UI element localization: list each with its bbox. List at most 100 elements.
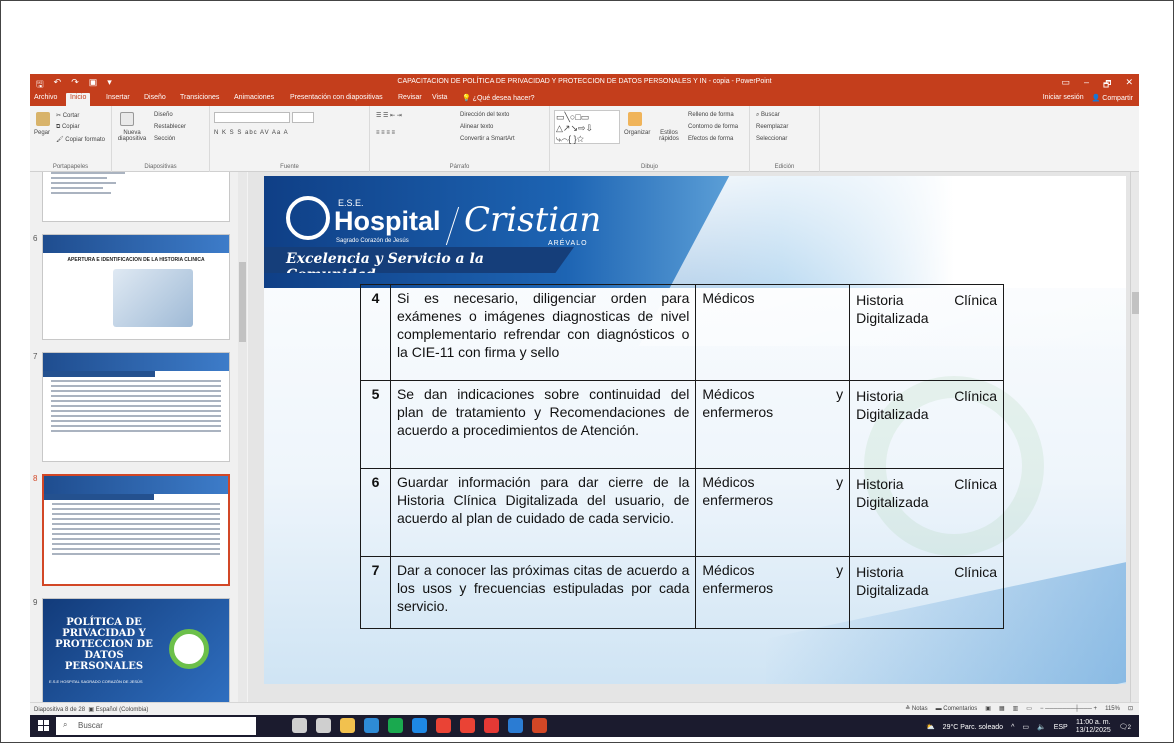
windows-start-icon[interactable] (38, 720, 49, 731)
ribbon-tabs: Archivo Inicio Insertar Diseño Transicio… (30, 92, 1139, 106)
list-buttons[interactable]: ☰ ☰ ⇤ ⇥ (376, 112, 402, 119)
slide-thumbnail-7[interactable] (42, 352, 230, 462)
copy-button[interactable]: ⧉ Copiar (56, 124, 80, 131)
tab-insertar[interactable]: Insertar (106, 94, 130, 101)
tab-presentacion[interactable]: Presentación con diapositivas (290, 94, 383, 101)
slide-thumbnail-9[interactable]: POLÍTICA DE PRIVACIDAD Y PROTECCION DE D… (42, 598, 230, 702)
document-word2: Clínica (954, 476, 997, 492)
section-button[interactable]: Sección (154, 136, 175, 142)
windows-taskbar: ⌕ Buscar ⛅ 29°C Parc. soleado ^ ▭ 🔈 ESP … (30, 715, 1139, 737)
language-indicator[interactable]: Español (Colombia) (96, 707, 149, 713)
tab-vista[interactable]: Vista (432, 94, 447, 101)
weather-text[interactable]: 29°C Parc. soleado (943, 724, 1003, 731)
responsible-main: Médicos (702, 474, 755, 490)
document-word1: Historia (856, 564, 904, 580)
shape-outline-button[interactable]: Contorno de forma (688, 124, 738, 130)
zoom-level[interactable]: 115% (1105, 706, 1120, 712)
replace-button[interactable]: Reemplazar (756, 124, 788, 130)
tab-archivo[interactable]: Archivo (34, 94, 57, 101)
format-painter-button[interactable]: 🖌 Copiar formato (56, 136, 105, 143)
tab-revisar[interactable]: Revisar (398, 94, 422, 101)
responsible-extra: enfermeros (702, 580, 774, 596)
arrange-button[interactable]: Organizar (624, 130, 650, 136)
paste-button[interactable]: Pegar (34, 130, 50, 136)
ribbon-display-icon[interactable]: ▭ (1061, 77, 1070, 93)
comments-button[interactable]: ▬ Comentarios (936, 706, 978, 712)
tab-diseno[interactable]: Diseño (144, 94, 166, 101)
select-button[interactable]: Seleccionar (756, 136, 787, 142)
tab-inicio[interactable]: Inicio (66, 93, 91, 106)
scroll-thumb[interactable] (1132, 292, 1139, 314)
align-text-button[interactable]: Alinear texto (460, 124, 493, 130)
taskbar-app-icon[interactable] (460, 718, 475, 733)
reading-view-icon[interactable]: ▥ (1013, 705, 1019, 712)
thumbnails-scrollbar[interactable] (238, 172, 247, 702)
tab-animaciones[interactable]: Animaciones (234, 94, 274, 101)
thumb-photo (113, 269, 193, 327)
scroll-thumb[interactable] (239, 262, 246, 342)
signin-link[interactable]: Iniciar sesión (1043, 94, 1084, 102)
slide-thumbnail-5[interactable] (42, 172, 230, 222)
layout-button[interactable]: Diseño (154, 112, 173, 118)
slide-tagline: Excelencia y Servicio a la Comunidad (264, 247, 574, 273)
step-document: Historia Clínica Digitalizada (849, 380, 1004, 469)
weather-icon[interactable]: ⛅ (926, 723, 935, 731)
document-word2: Clínica (954, 292, 997, 308)
spellcheck-icon[interactable]: ▣ (88, 707, 94, 713)
zoom-slider[interactable]: − ───────┼─── + (1040, 706, 1097, 712)
lightbulb-icon: 💡 (462, 95, 471, 102)
taskbar-app-icon[interactable] (508, 718, 523, 733)
fit-slide-icon[interactable]: ⊡ (1128, 705, 1133, 712)
smartart-button[interactable]: Convertir a SmartArt (460, 136, 515, 142)
share-button[interactable]: 👤 Compartir (1092, 94, 1133, 102)
taskbar-app-icon[interactable] (532, 718, 547, 733)
notification-center-icon[interactable]: 🗨2 (1119, 723, 1131, 731)
reset-button[interactable]: Restablecer (154, 124, 186, 130)
tab-transiciones[interactable]: Transiciones (180, 94, 219, 101)
font-size-select[interactable] (292, 112, 314, 123)
font-family-select[interactable] (214, 112, 290, 123)
taskbar-app-icon[interactable] (364, 718, 379, 733)
taskbar-app-icon[interactable] (340, 718, 355, 733)
taskbar-app-icon[interactable] (292, 718, 307, 733)
slideshow-icon[interactable]: ▭ (1026, 705, 1032, 712)
network-icon[interactable]: ▭ (1022, 723, 1029, 731)
notes-button[interactable]: ≙ Notas (905, 705, 927, 712)
shape-fill-button[interactable]: Relleno de forma (688, 112, 734, 118)
volume-icon[interactable]: 🔈 (1037, 723, 1046, 731)
tray-chevron-icon[interactable]: ^ (1011, 724, 1014, 731)
taskbar-app-icon[interactable] (436, 718, 451, 733)
clock[interactable]: 11:00 a. m. 13/12/2025 (1076, 719, 1111, 735)
minimize-icon[interactable]: – (1084, 77, 1089, 93)
quick-styles-button[interactable]: Estilos rápidos (656, 130, 682, 142)
logo-arevalo: ARÉVALO (548, 240, 588, 247)
shapes-gallery[interactable]: ▭╲○□▭ △↗↘⇨⇩ ⤷⌒{ }☆ (554, 110, 620, 144)
shape-effects-button[interactable]: Efectos de forma (688, 136, 733, 142)
slide-sorter-icon[interactable]: ▦ (999, 705, 1005, 712)
taskbar-app-icon[interactable] (412, 718, 427, 733)
taskbar-search[interactable]: ⌕ Buscar (56, 717, 256, 735)
restore-icon[interactable]: 🗗 (1103, 77, 1111, 93)
slide-thumbnail-8-selected[interactable] (42, 474, 230, 586)
input-language[interactable]: ESP (1054, 724, 1068, 731)
slide-scrollbar[interactable] (1130, 172, 1139, 702)
group-label-drawing: Dibujo (640, 164, 658, 170)
current-slide[interactable]: E.S.E. Hospital Sagrado Corazón de Jesús… (264, 176, 1126, 684)
close-icon[interactable]: ✕ (1125, 77, 1133, 93)
font-format-buttons[interactable]: N K S S abc AV Aa A (214, 130, 289, 136)
taskbar-app-icon[interactable] (316, 718, 331, 733)
alignment-buttons[interactable]: ≡ ≡ ≡ ≡ (376, 130, 395, 136)
taskbar-app-icon[interactable] (484, 718, 499, 733)
tell-me-label: ¿Qué desea hacer? (472, 95, 535, 102)
slide-thumbnail-6[interactable]: APERTURA E IDENTIFICACION DE LA HISTORIA… (42, 234, 230, 340)
taskbar-app-icon[interactable] (388, 718, 403, 733)
cut-button[interactable]: ✂ Cortar (56, 112, 79, 119)
text-direction-button[interactable]: Dirección del texto (460, 112, 509, 118)
responsible-conj: y (836, 386, 844, 402)
thumb-title: POLÍTICA DE PRIVACIDAD Y PROTECCION DE D… (55, 617, 153, 672)
new-slide-button[interactable]: Nueva diapositiva (114, 130, 150, 142)
normal-view-icon[interactable]: ▣ (985, 705, 991, 712)
find-button[interactable]: ⌕ Buscar (756, 112, 780, 119)
tell-me-search[interactable]: 💡 ¿Qué desea hacer? (462, 94, 535, 102)
procedure-table[interactable]: 4 Si es necesario, diligenciar orden para… (360, 284, 1004, 629)
